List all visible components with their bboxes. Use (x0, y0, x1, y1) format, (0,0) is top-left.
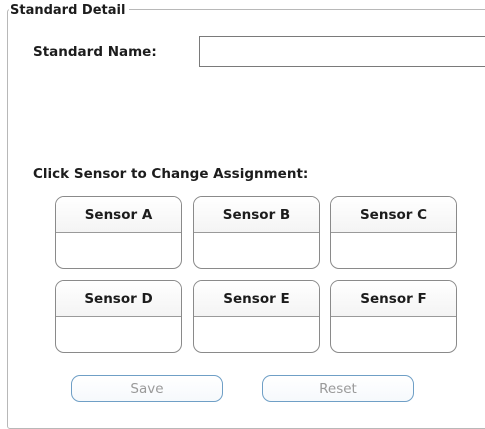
sensor-assignment-heading: Click Sensor to Change Assignment: (33, 166, 309, 182)
save-button[interactable]: Save (71, 375, 223, 402)
sensor-b-assignment (194, 233, 319, 268)
sensor-f-button[interactable]: Sensor F (330, 280, 457, 353)
panel-title: Standard Detail (9, 3, 130, 19)
sensor-d-assignment (56, 317, 181, 352)
sensor-c-label: Sensor C (331, 197, 456, 233)
sensor-b-button[interactable]: Sensor B (193, 196, 320, 269)
sensor-c-assignment (331, 233, 456, 268)
sensor-a-assignment (56, 233, 181, 268)
standard-name-input[interactable] (199, 36, 485, 67)
sensor-e-label: Sensor E (194, 281, 319, 317)
sensor-f-label: Sensor F (331, 281, 456, 317)
sensor-c-button[interactable]: Sensor C (330, 196, 457, 269)
sensor-a-button[interactable]: Sensor A (55, 196, 182, 269)
sensor-b-label: Sensor B (194, 197, 319, 233)
sensor-e-assignment (194, 317, 319, 352)
sensor-d-button[interactable]: Sensor D (55, 280, 182, 353)
sensor-d-label: Sensor D (56, 281, 181, 317)
standard-name-label: Standard Name: (33, 44, 157, 60)
reset-button[interactable]: Reset (262, 375, 414, 402)
sensor-e-button[interactable]: Sensor E (193, 280, 320, 353)
sensor-f-assignment (331, 317, 456, 352)
sensor-a-label: Sensor A (56, 197, 181, 233)
